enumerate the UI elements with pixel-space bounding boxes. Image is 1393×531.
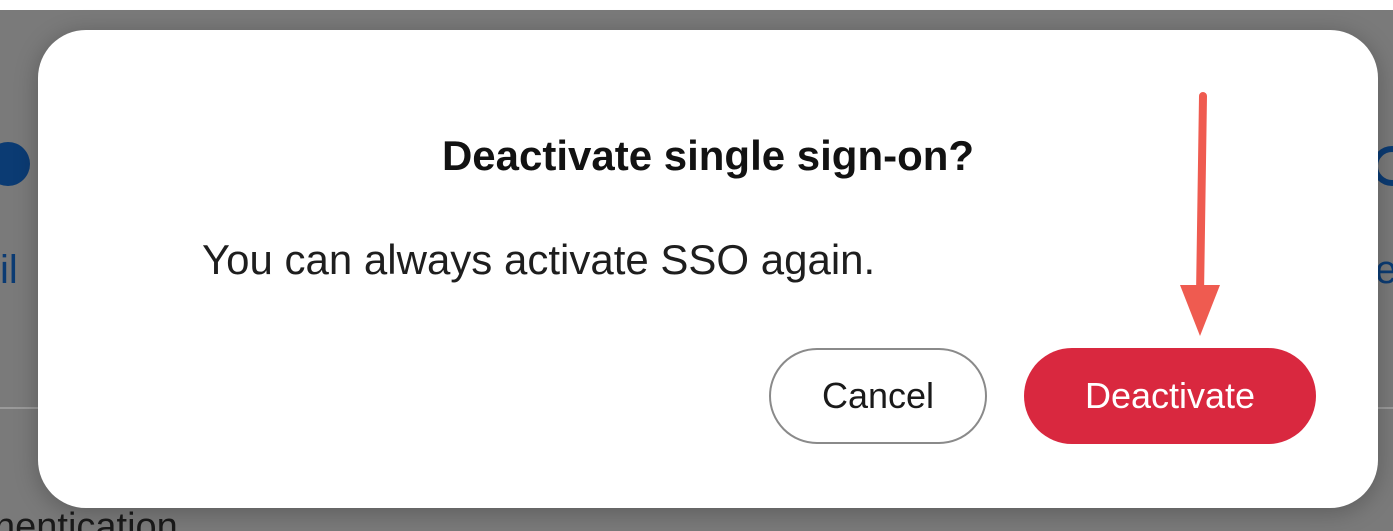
deactivate-button[interactable]: Deactivate bbox=[1024, 348, 1316, 444]
dialog-message: You can always activate SSO again. bbox=[202, 236, 876, 283]
background-step-indicator bbox=[0, 142, 30, 186]
cancel-button[interactable]: Cancel bbox=[769, 348, 987, 444]
background-bottom-text: hentication bbox=[0, 506, 178, 531]
annotation-arrow-icon bbox=[1180, 92, 1220, 336]
background-left-label: il bbox=[0, 248, 18, 292]
background-divider bbox=[0, 407, 40, 409]
background-page-top bbox=[0, 0, 1393, 10]
